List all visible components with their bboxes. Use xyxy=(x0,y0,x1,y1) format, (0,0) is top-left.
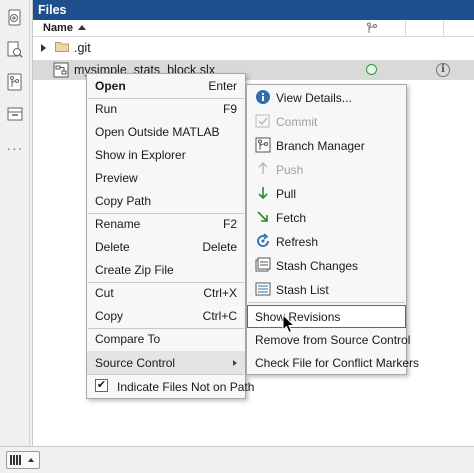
column-divider[interactable] xyxy=(443,20,444,37)
panel-layout-button[interactable] xyxy=(6,451,40,469)
project-icon[interactable] xyxy=(6,104,24,124)
source-control-submenu: View Details... Commit Branch Manager Pu… xyxy=(246,84,419,375)
menu-item-label: Run xyxy=(95,102,118,116)
refresh-icon xyxy=(255,233,271,249)
menu-separator xyxy=(248,302,405,303)
side-rail: ··· xyxy=(0,0,30,446)
file-name: .git xyxy=(74,41,91,55)
menu-item-label: Push xyxy=(276,163,304,177)
expand-arrow-icon[interactable] xyxy=(41,44,46,52)
column-header: Name xyxy=(33,20,474,37)
menu-item-branch-manager[interactable]: Branch Manager xyxy=(247,134,406,157)
menu-item-shortcut: F9 xyxy=(222,102,237,116)
menu-item-shortcut: Ctrl+X xyxy=(203,286,237,300)
menu-item-shortcut: Ctrl+C xyxy=(202,309,237,323)
chevron-up-icon xyxy=(28,458,34,462)
menu-item-label: Preview xyxy=(95,171,138,185)
current-folder-icon[interactable] xyxy=(6,8,24,28)
info-icon[interactable]: i xyxy=(436,63,450,77)
menu-item-copy-path[interactable]: Copy Path xyxy=(87,189,245,212)
menu-item-show-revisions[interactable]: Show Revisions xyxy=(247,305,406,328)
submenu-arrow-icon xyxy=(233,360,237,366)
checkbox-checked-icon[interactable]: ✔ xyxy=(95,379,108,392)
menu-item-label: Copy xyxy=(95,309,124,323)
stash-changes-icon xyxy=(255,257,271,273)
menu-item-source-control[interactable]: Source Control xyxy=(87,351,245,374)
menu-item-shortcut: Delete xyxy=(202,240,237,254)
more-icon[interactable]: ··· xyxy=(6,138,24,158)
menu-item-label: Open xyxy=(95,79,126,93)
menu-item-label: Cut xyxy=(95,286,114,300)
push-icon xyxy=(255,161,271,177)
menu-item-compare-to[interactable]: Compare To xyxy=(87,327,245,350)
menu-item-label: Branch Manager xyxy=(276,139,365,153)
sort-ascending-icon xyxy=(78,25,86,30)
menu-item-label: Stash Changes xyxy=(276,259,359,273)
branch-icon xyxy=(255,137,271,153)
simulink-model-icon xyxy=(53,62,69,81)
menu-item-label: Delete xyxy=(95,240,130,254)
menu-item-stash-changes[interactable]: Stash Changes xyxy=(247,254,406,277)
menu-item-cut[interactable]: Cut Ctrl+X xyxy=(87,281,245,304)
menu-item-push[interactable]: Push xyxy=(247,158,406,181)
panel-title: Files xyxy=(33,0,474,20)
menu-item-commit[interactable]: Commit xyxy=(247,110,406,133)
stash-list-icon xyxy=(255,281,271,297)
file-context-menu: Open Enter Run F9 Open Outside MATLAB Sh… xyxy=(86,73,254,399)
menu-item-label: Fetch xyxy=(276,211,307,225)
menu-item-view-details[interactable]: View Details... xyxy=(247,86,406,109)
menu-item-label: Commit xyxy=(276,115,318,129)
menu-item-indicate-files-not-on-path[interactable]: ✔ Indicate Files Not on Path xyxy=(87,375,254,398)
menu-item-create-zip[interactable]: Create Zip File xyxy=(87,258,245,281)
menu-item-label: Show Revisions xyxy=(255,310,341,324)
status-bar xyxy=(0,446,474,473)
menu-item-label: View Details... xyxy=(276,91,352,105)
menu-item-label: Indicate Files Not on Path xyxy=(117,380,255,394)
menu-item-label: Open Outside MATLAB xyxy=(95,125,220,139)
menu-item-open-outside-matlab[interactable]: Open Outside MATLAB xyxy=(87,120,245,143)
folder-icon xyxy=(55,41,69,52)
menu-item-label: Rename xyxy=(95,217,141,231)
commit-icon xyxy=(255,113,271,129)
menu-item-label: Remove from Source Control xyxy=(255,333,411,347)
menu-item-shortcut: Enter xyxy=(208,79,237,93)
menu-item-show-in-explorer[interactable]: Show in Explorer xyxy=(87,143,245,166)
mouse-cursor-icon xyxy=(282,314,296,334)
name-column-header[interactable]: Name xyxy=(43,22,73,34)
fetch-icon xyxy=(255,209,271,225)
menu-item-label: Source Control xyxy=(95,356,176,370)
menu-item-remove-from-source-control[interactable]: Remove from Source Control xyxy=(247,328,410,351)
file-row-git-folder[interactable]: .git xyxy=(33,38,474,58)
info-icon xyxy=(255,89,271,105)
source-control-icon[interactable] xyxy=(6,72,24,92)
menu-item-label: Pull xyxy=(276,187,297,201)
menu-item-fetch[interactable]: Fetch xyxy=(247,206,406,229)
search-files-icon[interactable] xyxy=(6,40,24,60)
pull-icon xyxy=(255,185,271,201)
menu-item-label: Compare To xyxy=(95,332,161,346)
menu-item-run[interactable]: Run F9 xyxy=(87,97,245,120)
menu-item-open[interactable]: Open Enter xyxy=(87,74,245,97)
git-status-column-icon[interactable] xyxy=(366,22,378,37)
menu-item-label: Refresh xyxy=(276,235,319,249)
menu-item-label: Check File for Conflict Markers xyxy=(255,356,420,370)
menu-item-label: Show in Explorer xyxy=(95,148,186,162)
menu-item-delete[interactable]: Delete Delete xyxy=(87,235,245,258)
column-divider[interactable] xyxy=(405,20,406,37)
menu-item-copy[interactable]: Copy Ctrl+C xyxy=(87,304,245,327)
menu-item-label: Copy Path xyxy=(95,194,152,208)
columns-icon xyxy=(10,455,21,465)
menu-item-preview[interactable]: Preview xyxy=(87,166,245,189)
menu-item-check-conflict-markers[interactable]: Check File for Conflict Markers xyxy=(247,351,419,374)
menu-item-shortcut: F2 xyxy=(222,217,237,231)
menu-item-refresh[interactable]: Refresh xyxy=(247,230,406,253)
git-unmodified-status-icon xyxy=(366,64,377,75)
menu-item-label: Create Zip File xyxy=(95,263,174,277)
menu-item-pull[interactable]: Pull xyxy=(247,182,406,205)
menu-item-stash-list[interactable]: Stash List xyxy=(247,278,406,301)
menu-item-rename[interactable]: Rename F2 xyxy=(87,212,245,235)
menu-item-label: Stash List xyxy=(276,283,329,297)
